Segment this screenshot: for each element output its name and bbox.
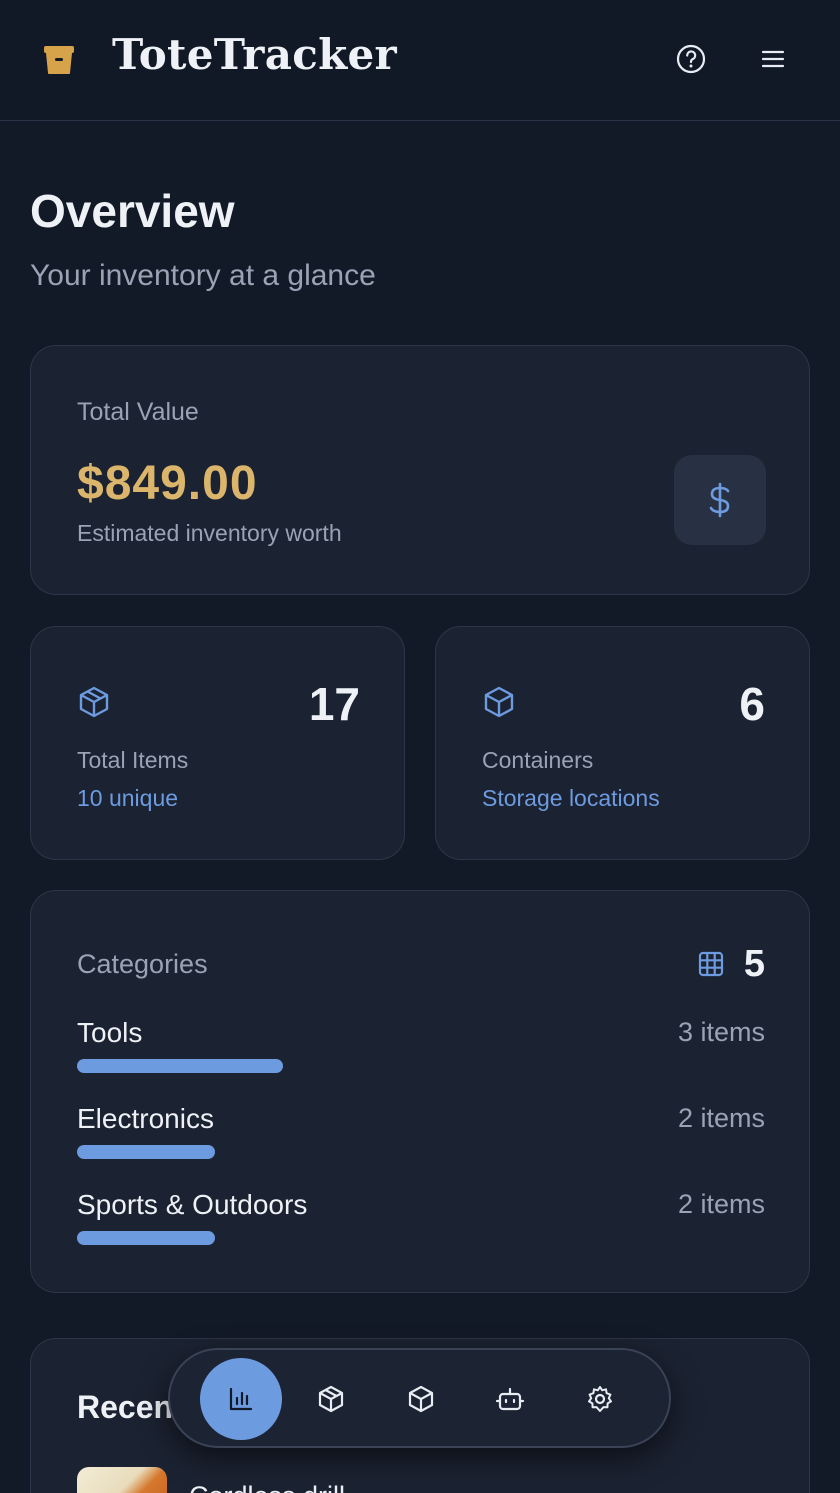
category-row-tools[interactable]: Tools 3 items bbox=[77, 1017, 765, 1077]
page-subtitle: Your inventory at a glance bbox=[30, 259, 376, 292]
recent-item-thumbnail[interactable] bbox=[77, 1467, 167, 1493]
category-progress-fill bbox=[77, 1059, 284, 1073]
category-quantity: 2 items bbox=[677, 1103, 765, 1133]
storage-locations-link[interactable]: Storage locations bbox=[482, 785, 660, 812]
total-value-caption: Estimated inventory worth bbox=[77, 520, 342, 546]
categories-card: Categories 5 Tools 3 items Electronics 2… bbox=[30, 890, 810, 1293]
containers-card[interactable]: 6 Containers Storage locations bbox=[435, 626, 810, 860]
total-value-card[interactable]: Total Value $849.00 Estimated inventory … bbox=[30, 345, 810, 595]
total-value-label: Total Value bbox=[77, 398, 199, 426]
package-icon bbox=[318, 1385, 344, 1413]
total-items-count: 17 bbox=[308, 678, 360, 730]
nav-items-button[interactable] bbox=[290, 1358, 372, 1440]
category-progress-track bbox=[77, 1059, 765, 1073]
category-quantity: 3 items bbox=[677, 1017, 765, 1047]
help-circle-icon bbox=[676, 44, 706, 74]
unique-items-link[interactable]: 10 unique bbox=[77, 785, 178, 812]
category-row-sports-outdoors[interactable]: Sports & Outdoors 2 items bbox=[77, 1189, 765, 1249]
robot-icon bbox=[495, 1387, 525, 1411]
category-progress-fill bbox=[77, 1231, 215, 1245]
categories-count: 5 bbox=[743, 943, 765, 985]
nav-settings-button[interactable] bbox=[559, 1358, 641, 1440]
hamburger-menu-icon bbox=[761, 50, 785, 68]
category-quantity: 2 items bbox=[677, 1189, 765, 1219]
nav-overview-button[interactable] bbox=[200, 1358, 282, 1440]
package-icon bbox=[77, 685, 111, 719]
recent-item-name[interactable]: Cordless drill bbox=[189, 1481, 345, 1493]
category-progress-fill bbox=[77, 1145, 215, 1159]
category-name: Sports & Outdoors bbox=[77, 1189, 308, 1220]
total-items-label: Total Items bbox=[77, 747, 189, 773]
top-bar: ToteTracker bbox=[0, 0, 840, 121]
total-value-amount: $849.00 bbox=[77, 457, 258, 510]
dollar-icon bbox=[709, 482, 730, 518]
nav-containers-button[interactable] bbox=[380, 1358, 462, 1440]
help-button[interactable] bbox=[674, 42, 708, 76]
menu-button[interactable] bbox=[756, 42, 790, 76]
category-name: Electronics bbox=[77, 1103, 214, 1134]
app-title: ToteTracker bbox=[112, 30, 397, 79]
category-row-electronics[interactable]: Electronics 2 items bbox=[77, 1103, 765, 1163]
category-progress-track bbox=[77, 1231, 765, 1245]
category-name: Tools bbox=[77, 1017, 143, 1048]
bottom-navigation bbox=[168, 1348, 671, 1448]
grid-icon bbox=[696, 949, 726, 979]
category-progress-track bbox=[77, 1145, 765, 1159]
total-items-card[interactable]: 17 Total Items 10 unique bbox=[30, 626, 405, 860]
dollar-badge bbox=[674, 455, 766, 545]
box-icon bbox=[408, 1385, 434, 1413]
settings-gear-icon bbox=[588, 1386, 612, 1412]
containers-count: 6 bbox=[739, 678, 765, 730]
containers-label: Containers bbox=[482, 747, 594, 773]
bar-chart-icon bbox=[229, 1387, 253, 1411]
page-title: Overview bbox=[30, 185, 235, 237]
box-icon bbox=[482, 685, 516, 719]
tote-logo-icon bbox=[42, 42, 76, 76]
nav-assistant-button[interactable] bbox=[469, 1358, 551, 1440]
categories-title: Categories bbox=[77, 949, 208, 979]
